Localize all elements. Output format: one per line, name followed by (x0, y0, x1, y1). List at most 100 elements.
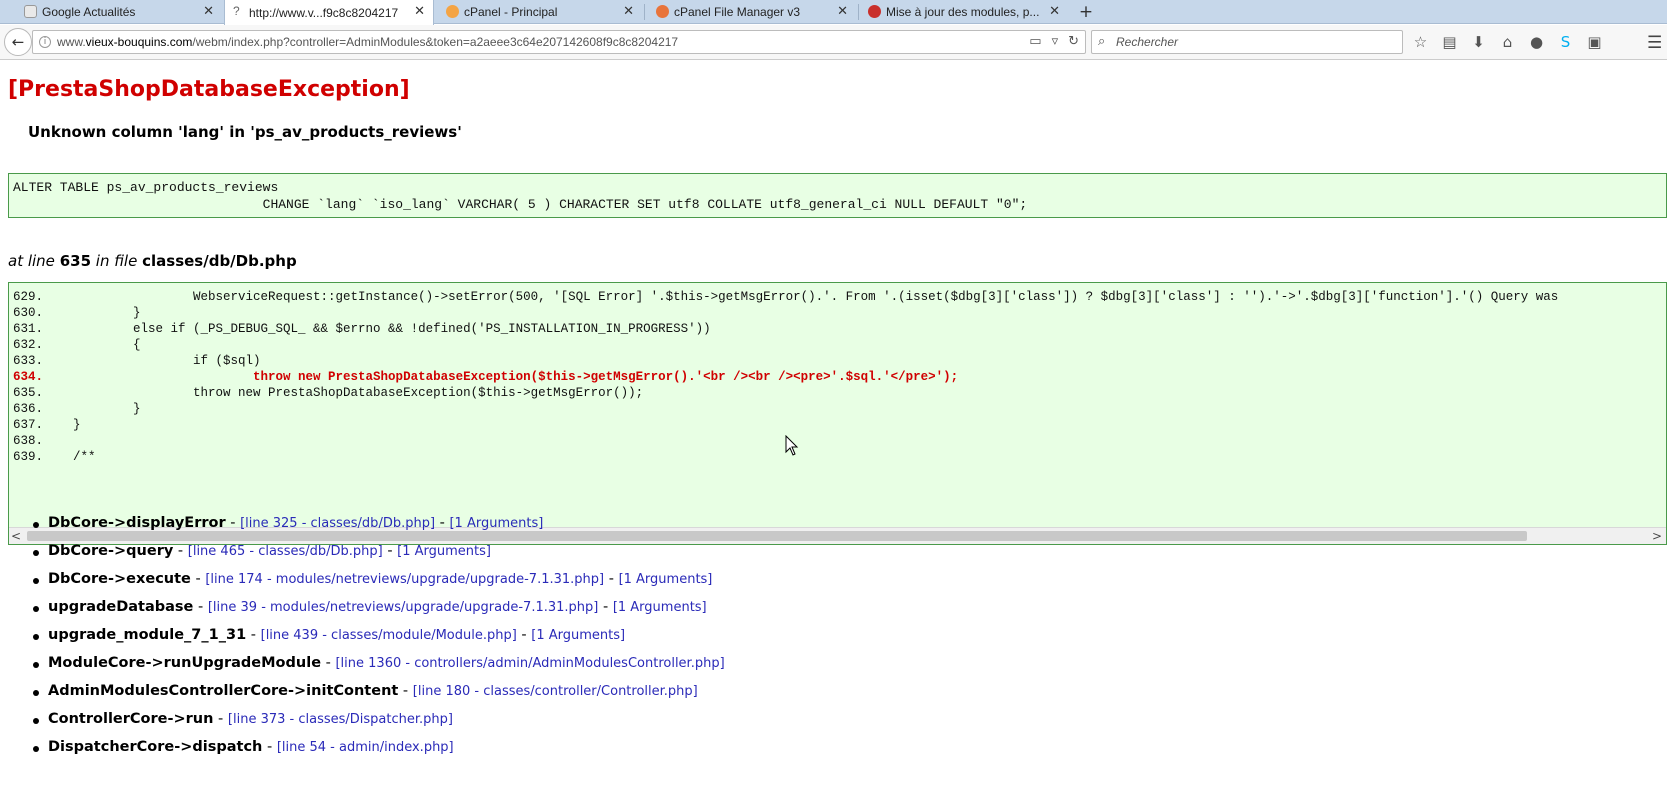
close-icon[interactable]: ✕ (414, 3, 425, 19)
trace-function: upgradeDatabase (48, 599, 194, 615)
back-arrow-icon: ← (11, 33, 25, 51)
source-line: 639. /** (13, 450, 96, 464)
scroll-right-icon[interactable]: > (1652, 529, 1662, 543)
close-icon[interactable]: ✕ (203, 3, 214, 19)
search-input[interactable] (1116, 33, 1396, 51)
trace-function: DispatcherCore->dispatch (48, 739, 263, 755)
tab-cpanel-principal[interactable]: cPanel - Principal ✕ (440, 0, 642, 24)
trace-arguments-link[interactable]: [1 Arguments] (531, 628, 625, 643)
trace-separator: - (604, 571, 619, 587)
tab-label: Google Actualités (42, 5, 136, 19)
trace-separator: - (435, 515, 450, 531)
tab-google-actualites[interactable]: Google Actualités ✕ (18, 0, 222, 24)
new-tab-button[interactable]: + (1074, 0, 1098, 24)
exception-title: [PrestaShopDatabaseException] (8, 77, 410, 102)
tab-separator (858, 4, 859, 20)
url-text[interactable]: www.vieux-bouquins.com/webm/index.php?co… (57, 35, 678, 49)
prestashop-icon (868, 5, 881, 18)
hamburger-menu-icon[interactable]: ☰ (1647, 33, 1662, 53)
sql-line: ALTER TABLE ps_av_products_reviews (13, 180, 279, 195)
cpanel-icon (446, 5, 459, 18)
exception-message: Unknown column 'lang' in 'ps_av_products… (28, 123, 462, 141)
tab-mise-a-jour[interactable]: Mise à jour des modules, p... ✕ (862, 0, 1068, 24)
star-icon[interactable]: ☆ (1412, 33, 1429, 51)
source-line: 636. } (13, 402, 141, 416)
url-bar[interactable]: i www.vieux-bouquins.com/webm/index.php?… (32, 30, 1086, 54)
source-line: 637. } (13, 418, 81, 432)
stack-trace-list: DbCore->displayError - [line 325 - class… (30, 515, 725, 767)
download-icon[interactable]: ⬇ (1470, 33, 1487, 51)
trace-separator: - (598, 599, 613, 615)
skype-icon[interactable]: S (1557, 33, 1574, 51)
trace-location-link[interactable]: [line 325 - classes/db/Db.php] (240, 516, 435, 531)
source-line: 632. { (13, 338, 141, 352)
trace-separator: - (173, 543, 188, 559)
trace-location-link[interactable]: [line 180 - classes/controller/Controlle… (413, 684, 698, 699)
trace-function: AdminModulesControllerCore->initContent (48, 683, 399, 699)
newspaper-icon (24, 5, 37, 18)
sql-line: CHANGE `lang` `iso_lang` VARCHAR( 5 ) CH… (13, 197, 1028, 212)
tab-cpanel-file-manager[interactable]: cPanel File Manager v3 ✕ (650, 0, 856, 24)
source-lines: 629. WebserviceRequest::getInstance()->s… (9, 283, 1666, 465)
tab-error-page[interactable]: ? http://www.v...f9c8c8204217 ✕ (224, 0, 434, 25)
trace-location-link[interactable]: [line 54 - admin/index.php] (277, 740, 454, 755)
search-icon: ⌕ (1098, 34, 1106, 49)
dropdown-arrow-icon[interactable]: ▿ (1052, 34, 1059, 49)
trace-arguments-link[interactable]: [1 Arguments] (449, 516, 543, 531)
source-line: 633. if ($sql) (13, 354, 261, 368)
trace-function: ModuleCore->runUpgradeModule (48, 655, 322, 671)
stack-trace-item: ControllerCore->run - [line 373 - classe… (30, 711, 725, 739)
source-code-box[interactable]: 629. WebserviceRequest::getInstance()->s… (8, 282, 1667, 545)
source-line: 630. } (13, 306, 141, 320)
trace-separator: - (193, 599, 208, 615)
source-line: 635. throw new PrestaShopDatabaseExcepti… (13, 386, 644, 400)
tab-label: Mise à jour des modules, p... (886, 5, 1040, 19)
stack-trace-item: AdminModulesControllerCore->initContent … (30, 683, 725, 711)
tab-strip: Google Actualités ✕ ? http://www.v...f9c… (0, 0, 1667, 25)
trace-arguments-link[interactable]: [1 Arguments] (619, 572, 713, 587)
tab-separator (644, 4, 645, 20)
trace-location-link[interactable]: [line 465 - classes/db/Db.php] (188, 544, 383, 559)
reader-view-icon[interactable]: ▭ (1029, 34, 1041, 49)
stack-trace-item: upgrade_module_7_1_31 - [line 439 - clas… (30, 627, 725, 655)
scroll-left-icon[interactable]: < (11, 529, 21, 543)
close-icon[interactable]: ✕ (1049, 3, 1060, 19)
trace-location-link[interactable]: [line 39 - modules/netreviews/upgrade/up… (208, 600, 599, 615)
source-line: 629. WebserviceRequest::getInstance()->s… (13, 290, 1559, 304)
site-info-icon[interactable]: i (39, 36, 51, 48)
stack-trace-item: ModuleCore->runUpgradeModule - [line 136… (30, 655, 725, 683)
tab-label: http://www.v...f9c8c8204217 (249, 5, 399, 20)
toolbar-icons: ☆ ▤ ⬇ ⌂ ● S ▣ (1412, 33, 1603, 51)
source-line: 638. (13, 434, 44, 448)
reading-list-icon[interactable]: ▤ (1441, 33, 1458, 51)
trace-separator: - (225, 515, 241, 531)
chat-icon[interactable]: ● (1528, 33, 1545, 51)
trace-function: ControllerCore->run (48, 711, 214, 727)
screenshot-icon[interactable]: ▣ (1586, 33, 1603, 51)
page-content: [PrestaShopDatabaseException] Unknown co… (0, 61, 1667, 807)
trace-arguments-link[interactable]: [1 Arguments] (613, 600, 707, 615)
stack-trace-item: upgradeDatabase - [line 39 - modules/net… (30, 599, 725, 627)
trace-separator: - (262, 739, 277, 755)
url-actions: ▭ ▿ ↻ (1029, 34, 1079, 49)
trace-location-link[interactable]: [line 174 - modules/netreviews/upgrade/u… (205, 572, 604, 587)
trace-arguments-link[interactable]: [1 Arguments] (397, 544, 491, 559)
trace-location-link[interactable]: [line 439 - classes/module/Module.php] (261, 628, 517, 643)
trace-function: DbCore->query (48, 543, 174, 559)
cpanel-icon (656, 5, 669, 18)
close-icon[interactable]: ✕ (623, 3, 634, 19)
close-icon[interactable]: ✕ (837, 3, 848, 19)
stack-trace-item: DbCore->query - [line 465 - classes/db/D… (30, 543, 725, 571)
search-bar[interactable]: ⌕ (1091, 30, 1403, 54)
trace-location-link[interactable]: [line 1360 - controllers/admin/AdminModu… (335, 656, 724, 671)
trace-separator: - (246, 627, 261, 643)
back-button[interactable]: ← (4, 28, 32, 56)
unknown-page-icon: ? (233, 4, 240, 18)
trace-function: upgrade_module_7_1_31 (48, 627, 247, 643)
reload-icon[interactable]: ↻ (1068, 34, 1079, 49)
trace-location-link[interactable]: [line 373 - classes/Dispatcher.php] (228, 712, 453, 727)
trace-function: DbCore->displayError (48, 515, 226, 531)
trace-separator: - (321, 655, 336, 671)
home-icon[interactable]: ⌂ (1499, 33, 1516, 51)
error-location: at line 635 in file classes/db/Db.php (8, 252, 297, 270)
